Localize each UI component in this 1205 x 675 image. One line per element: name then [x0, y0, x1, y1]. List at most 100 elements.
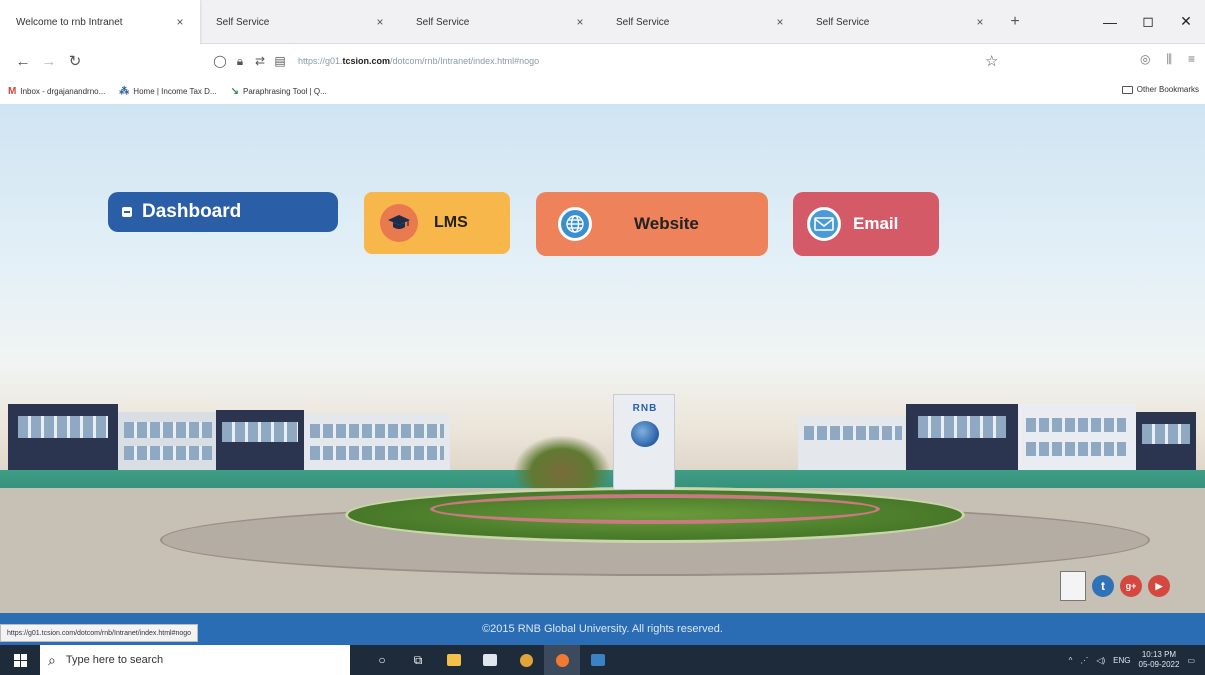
url-host: tcsion.com: [342, 56, 391, 66]
campus-building-left: [216, 410, 304, 474]
excel-icon[interactable]: [580, 645, 616, 675]
minimize-icon[interactable]: —: [1091, 0, 1129, 44]
bookmark-inbox[interactable]: M Inbox - drgajanandrno...: [8, 86, 105, 97]
url-prefix: https://g01.: [298, 56, 343, 66]
paraphrasing-tool-icon: ↘: [230, 85, 239, 97]
tab-close-icon[interactable]: ×: [772, 15, 788, 29]
pillar-logo-text: RNB: [632, 403, 658, 414]
bookmark-label: Paraphrasing Tool | Q...: [242, 86, 327, 96]
file-explorer-icon[interactable]: [436, 645, 472, 675]
logo-pillar: RNB: [613, 394, 675, 490]
graduation-cap-icon: [380, 204, 418, 242]
store-icon[interactable]: [472, 645, 508, 675]
taskbar-apps: ○ ⧉: [364, 645, 616, 675]
campus-building-right: [798, 416, 908, 472]
task-view-icon[interactable]: ⧉: [400, 645, 436, 675]
dashboard-icon: [122, 207, 132, 217]
intranet-page: RNB Dashboard LMS Website Email t g+ ▶ ©…: [0, 104, 1205, 645]
youtube-icon[interactable]: ▶: [1148, 575, 1170, 597]
tab-title: Self Service: [816, 16, 870, 28]
other-bookmarks[interactable]: Other Bookmarks: [1121, 85, 1199, 94]
system-tray: ^ ⋰ ◁) ENG 10:13 PM 05-09-2022 ▭: [1069, 650, 1205, 670]
browser-tab[interactable]: Self Service ×: [400, 0, 600, 44]
folder-icon: [1121, 85, 1133, 94]
lock-icon[interactable]: 🔒︎: [230, 54, 250, 69]
campus-building-left: [118, 412, 218, 474]
chrome-icon[interactable]: [508, 645, 544, 675]
tab-close-icon[interactable]: ×: [572, 15, 588, 29]
email-button[interactable]: Email: [793, 192, 939, 256]
tab-title: Welcome to rnb Intranet: [16, 16, 123, 28]
garden-flower-ring: [430, 494, 880, 524]
new-tab-button[interactable]: +: [1000, 0, 1030, 43]
campus-building-right: [1018, 404, 1136, 472]
bookmark-paraphrasing-tool[interactable]: ↘ Paraphrasing Tool | Q...: [231, 86, 327, 97]
status-url-text: https://g01.tcsion.com/dotcom/rnb/Intran…: [7, 629, 192, 637]
tab-close-icon[interactable]: ×: [972, 15, 988, 29]
tray-chevron-icon[interactable]: ^: [1069, 656, 1073, 665]
dashboard-button[interactable]: Dashboard: [108, 192, 338, 232]
pocket-icon[interactable]: ◎: [1140, 52, 1150, 67]
taskbar-search[interactable]: ⌕ Type here to search: [40, 645, 350, 675]
browser-tab[interactable]: Self Service ×: [800, 0, 1000, 44]
reader-view-icon[interactable]: ▤: [270, 54, 290, 68]
tumblr-icon[interactable]: t: [1092, 575, 1114, 597]
website-label: Website: [634, 214, 699, 233]
maximize-icon[interactable]: ◻: [1129, 0, 1167, 44]
windows-taskbar: ⌕ Type here to search ○ ⧉ ^ ⋰ ◁) ENG 10:…: [0, 645, 1205, 675]
browser-tab[interactable]: Self Service ×: [600, 0, 800, 44]
tab-title: Self Service: [616, 16, 670, 28]
income-tax-icon: ⁂: [119, 85, 130, 97]
library-icon[interactable]: ⫼: [1166, 52, 1172, 67]
navigation-toolbar: ← → ↻ ◯ 🔒︎ ⇄ ▤ https://g01.tcsion.com/do…: [0, 44, 1205, 78]
tracking-shield-icon[interactable]: ◯: [210, 54, 230, 68]
reload-icon[interactable]: ↻: [62, 48, 88, 74]
globe-icon: [558, 207, 592, 241]
tab-title: Self Service: [416, 16, 470, 28]
forward-arrow-icon[interactable]: →: [36, 48, 62, 74]
start-button[interactable]: [0, 645, 40, 675]
firefox-icon[interactable]: [544, 645, 580, 675]
window-controls: — ◻ ✕: [1091, 0, 1205, 43]
website-button[interactable]: Website: [536, 192, 768, 256]
browser-tab-strip: Welcome to rnb Intranet × Self Service ×…: [0, 0, 1205, 44]
copyright-text: ©2015 RNB Global University. All rights …: [482, 623, 723, 635]
lms-button[interactable]: LMS: [364, 192, 510, 254]
search-placeholder: Type here to search: [65, 654, 164, 666]
bookmark-income-tax[interactable]: ⁂ Home | Income Tax D...: [119, 86, 216, 97]
link-status-bar: https://g01.tcsion.com/dotcom/rnb/Intran…: [0, 624, 199, 642]
campus-building-left: [8, 404, 118, 474]
menu-icon[interactable]: ≡: [1188, 52, 1195, 67]
clock-date: 05-09-2022: [1138, 660, 1180, 669]
lms-label: LMS: [434, 214, 468, 231]
notifications-icon[interactable]: ▭: [1187, 656, 1195, 665]
language-indicator[interactable]: ENG: [1113, 656, 1130, 665]
network-icon[interactable]: ⋰: [1080, 656, 1088, 665]
social-placeholder-box: [1060, 571, 1086, 601]
taskbar-clock[interactable]: 10:13 PM 05-09-2022: [1139, 650, 1180, 670]
globe-logo-icon: [631, 421, 659, 447]
bookmark-star-icon[interactable]: ☆: [985, 52, 998, 70]
gmail-icon: M: [8, 85, 17, 97]
browser-tab[interactable]: Welcome to rnb Intranet ×: [0, 0, 200, 44]
volume-icon[interactable]: ◁): [1096, 656, 1105, 665]
campus-building-left: [304, 414, 450, 472]
tab-close-icon[interactable]: ×: [172, 15, 188, 29]
permissions-icon[interactable]: ⇄: [250, 54, 270, 68]
other-bookmarks-label: Other Bookmarks: [1136, 85, 1199, 94]
cortana-icon[interactable]: ○: [364, 645, 400, 675]
social-links: t g+ ▶: [1060, 571, 1170, 601]
bookmark-label: Inbox - drgajanandrno...: [20, 86, 106, 96]
address-bar[interactable]: ◯ 🔒︎ ⇄ ▤ https://g01.tcsion.com/dotcom/r…: [210, 48, 990, 74]
tab-close-icon[interactable]: ×: [372, 15, 388, 29]
back-arrow-icon[interactable]: ←: [10, 48, 36, 74]
url-text: https://g01.tcsion.com/dotcom/rnb/Intran…: [298, 56, 539, 66]
envelope-icon: [807, 207, 841, 241]
close-window-icon[interactable]: ✕: [1167, 0, 1205, 44]
url-path: /dotcom/rnb/Intranet/index.html#nogo: [390, 56, 540, 66]
browser-tab[interactable]: Self Service ×: [200, 0, 400, 44]
google-plus-icon[interactable]: g+: [1120, 575, 1142, 597]
search-icon: ⌕: [48, 651, 56, 668]
bookmark-label: Home | Income Tax D...: [133, 86, 217, 96]
campus-building-right: [1136, 412, 1196, 472]
